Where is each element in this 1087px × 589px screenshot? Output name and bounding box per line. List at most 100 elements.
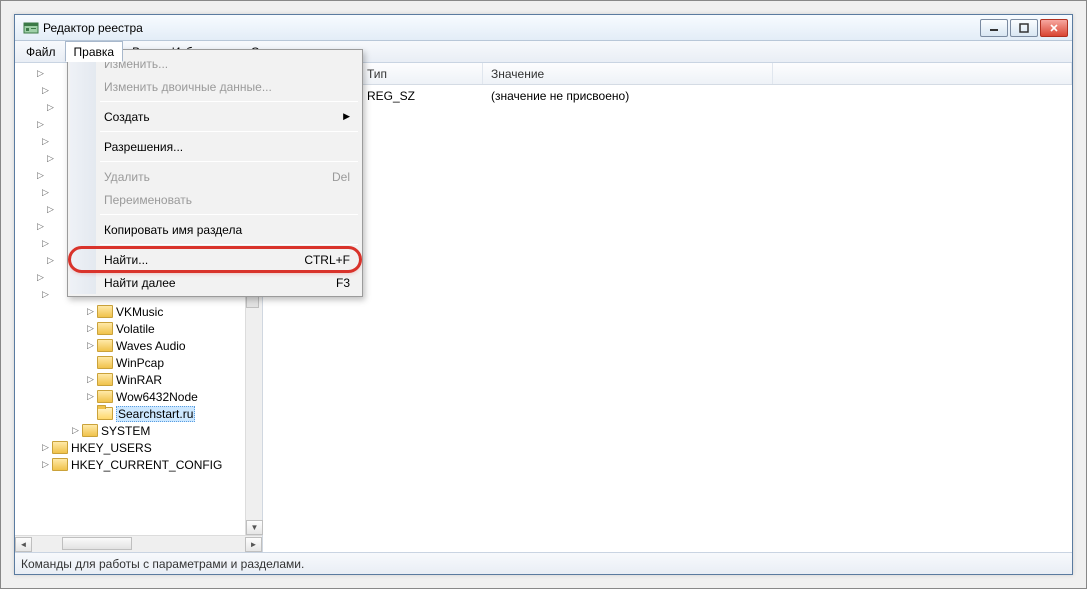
maximize-button[interactable] — [1010, 19, 1038, 37]
menu-separator — [100, 131, 358, 132]
submenu-arrow-icon: ▶ — [343, 111, 350, 122]
menu-правка[interactable]: Правка — [65, 41, 124, 62]
edit-menu-dropdown: Изменить...Изменить двоичные данные...Со… — [67, 49, 363, 297]
expander-icon[interactable]: ▷ — [40, 289, 51, 300]
registry-editor-window: Редактор реестра ФайлПравкаВидИзбранноеС… — [14, 14, 1073, 575]
cell-type: REG_SZ — [359, 89, 483, 103]
folder-icon — [52, 458, 68, 471]
column-header[interactable]: Тип — [359, 63, 483, 84]
cell-value: (значение не присвоено) — [483, 89, 773, 103]
folder-icon — [52, 441, 68, 454]
expander-icon[interactable]: ▷ — [35, 272, 46, 283]
menu-item-label: Переименовать — [104, 193, 192, 207]
menu-item[interactable]: Разрешения... — [70, 135, 360, 158]
tree-row[interactable]: ▷SYSTEM — [15, 422, 262, 439]
expander-icon[interactable]: ▷ — [35, 170, 46, 181]
list-body[interactable]: REG_SZ(значение не присвоено) — [263, 85, 1072, 552]
menu-item-label: Создать — [104, 110, 150, 124]
menu-shortcut: CTRL+F — [304, 253, 350, 267]
expander-icon[interactable]: ▷ — [85, 306, 96, 317]
menu-separator — [100, 244, 358, 245]
expander-icon[interactable]: ▷ — [45, 102, 56, 113]
expander-icon[interactable]: ▷ — [45, 153, 56, 164]
menu-separator — [100, 214, 358, 215]
scroll-track[interactable] — [32, 537, 245, 552]
menu-shortcut: F3 — [336, 276, 350, 290]
tree-label: Volatile — [116, 322, 155, 336]
tree-row[interactable]: ▷ Volatile — [15, 320, 262, 337]
window-buttons — [980, 19, 1068, 37]
menu-separator — [100, 161, 358, 162]
tree-label: WinPcap — [116, 356, 164, 370]
menu-файл[interactable]: Файл — [17, 41, 65, 62]
folder-icon — [97, 407, 113, 420]
menu-item-label: Найти... — [104, 253, 148, 267]
titlebar[interactable]: Редактор реестра — [15, 15, 1072, 41]
list-header: ИмяТипЗначение — [263, 63, 1072, 85]
menu-item-label: Копировать имя раздела — [104, 223, 242, 237]
folder-icon — [97, 373, 113, 386]
menu-separator — [100, 101, 358, 102]
tree-label: HKEY_CURRENT_CONFIG — [71, 458, 222, 472]
tree-row[interactable]: WinPcap — [15, 354, 262, 371]
expander-icon[interactable]: ▷ — [85, 340, 96, 351]
menu-item: Удалить Del — [70, 165, 360, 188]
menu-item: Переименовать — [70, 188, 360, 211]
tree-row[interactable]: ▷Waves Audio — [15, 337, 262, 354]
tree-row[interactable]: ▷ HKEY_CURRENT_CONFIG — [15, 456, 262, 473]
expander-icon[interactable]: ▷ — [40, 85, 51, 96]
folder-icon — [97, 322, 113, 335]
menu-item: Изменить двоичные данные... — [70, 75, 360, 98]
tree-row[interactable]: ▷ WinRAR — [15, 371, 262, 388]
tree-row[interactable]: ▷ VKMusic — [15, 303, 262, 320]
close-button[interactable] — [1040, 19, 1068, 37]
expander-icon[interactable]: ▷ — [35, 119, 46, 130]
column-header-filler — [773, 63, 1072, 84]
expander-icon[interactable]: ▷ — [70, 425, 81, 436]
expander-icon[interactable]: ▷ — [40, 238, 51, 249]
expander-icon[interactable]: ▷ — [85, 323, 96, 334]
tree-horizontal-scrollbar[interactable]: ◄ ► — [15, 535, 262, 552]
expander-icon[interactable]: ▷ — [35, 221, 46, 232]
scroll-down-button[interactable]: ▼ — [246, 520, 263, 535]
list-row[interactable]: REG_SZ(значение не присвоено) — [263, 87, 1072, 105]
expander-icon[interactable] — [85, 408, 96, 419]
menu-item-label: Разрешения... — [104, 140, 183, 154]
folder-icon — [97, 305, 113, 318]
menu-item[interactable]: Создать ▶ — [70, 105, 360, 128]
scroll-left-button[interactable]: ◄ — [15, 537, 32, 552]
folder-icon — [97, 390, 113, 403]
status-text: Команды для работы с параметрами и разде… — [21, 557, 304, 571]
expander-icon[interactable] — [85, 357, 96, 368]
tree-row[interactable]: Searchstart.ru — [15, 405, 262, 422]
app-icon — [23, 20, 39, 36]
folder-icon — [82, 424, 98, 437]
expander-icon[interactable]: ▷ — [45, 204, 56, 215]
column-header[interactable]: Значение — [483, 63, 773, 84]
expander-icon[interactable]: ▷ — [40, 459, 51, 470]
minimize-button[interactable] — [980, 19, 1008, 37]
expander-icon[interactable]: ▷ — [40, 136, 51, 147]
tree-label: VKMusic — [116, 305, 163, 319]
expander-icon[interactable]: ▷ — [85, 374, 96, 385]
scroll-right-button[interactable]: ► — [245, 537, 262, 552]
menu-shortcut: Del — [332, 170, 350, 184]
tree-label: Wow6432Node — [116, 390, 198, 404]
expander-icon[interactable]: ▷ — [85, 391, 96, 402]
window-title: Редактор реестра — [43, 21, 980, 35]
menu-item-label: Изменить двоичные данные... — [104, 80, 272, 94]
expander-icon[interactable]: ▷ — [40, 442, 51, 453]
tree-row[interactable]: ▷ HKEY_USERS — [15, 439, 262, 456]
expander-icon[interactable]: ▷ — [45, 255, 56, 266]
folder-icon — [97, 356, 113, 369]
menu-item-label: Удалить — [104, 170, 150, 184]
tree-row[interactable]: ▷ Wow6432Node — [15, 388, 262, 405]
menu-item[interactable]: Копировать имя раздела — [70, 218, 360, 241]
menu-item[interactable]: Найти далееF3 — [70, 271, 360, 294]
menu-item[interactable]: Найти... CTRL+F — [70, 248, 360, 271]
expander-icon[interactable]: ▷ — [40, 187, 51, 198]
tree-label: WinRAR — [116, 373, 162, 387]
tree-label: HKEY_USERS — [71, 441, 152, 455]
expander-icon[interactable]: ▷ — [35, 68, 46, 79]
scroll-thumb[interactable] — [62, 537, 132, 550]
